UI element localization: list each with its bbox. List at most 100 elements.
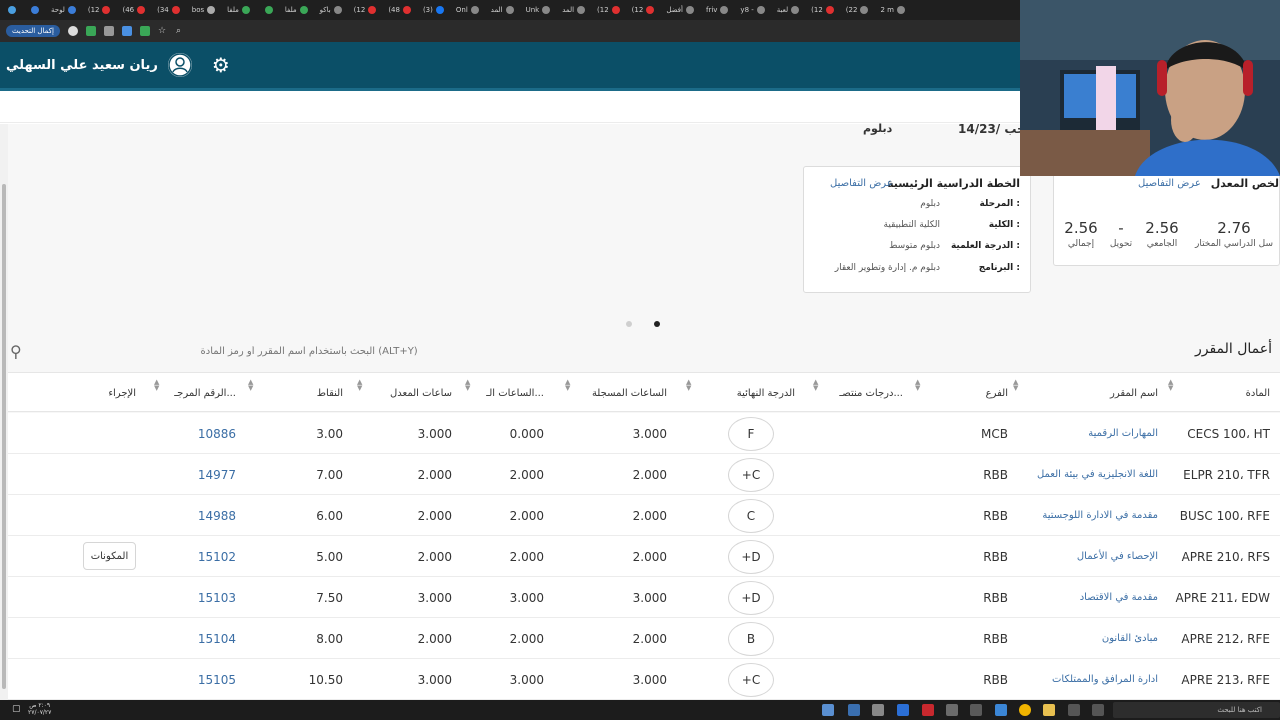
browser-tab[interactable]: المد	[486, 2, 519, 18]
browser-tab[interactable]: bos	[187, 2, 220, 18]
cell-ref[interactable]: 15104	[146, 618, 246, 659]
cell-ref[interactable]: 15105	[146, 659, 246, 700]
table-row[interactable]: ELPR 210، TFR اللغة الانجليزية في بيئة ال…	[8, 454, 1280, 495]
table-row[interactable]: APRE 212، RFE مبادئ القانون RBB B 2.000 2.000…	[8, 618, 1280, 659]
cell-name[interactable]: مقدمة في الادارة اللوجستية	[1018, 495, 1168, 536]
user-name[interactable]: ريان سعيد علي السهلي	[6, 58, 158, 73]
browser-tab[interactable]: (12	[592, 2, 625, 18]
browser-tab[interactable]: باكو	[315, 2, 347, 18]
cell-ref[interactable]: 14988	[146, 495, 246, 536]
browser-tab[interactable]: (48	[383, 2, 416, 18]
cell-name[interactable]: الإحصاء في الأعمال	[1018, 536, 1168, 577]
refresh-icon[interactable]	[67, 26, 78, 36]
browser-tab[interactable]: (12	[627, 2, 660, 18]
browser-tab[interactable]: لعبة	[772, 2, 804, 18]
col-registered-hours[interactable]: الساعات المسجلة ▲ ▼	[554, 373, 691, 413]
browser-tab[interactable]: المد	[557, 2, 590, 18]
browser-tab[interactable]: (22	[841, 2, 874, 18]
sort-icon[interactable]: ▲ ▼	[1168, 379, 1173, 392]
sort-icon[interactable]: ▲ ▼	[686, 379, 691, 392]
browser-tab[interactable]	[0, 2, 21, 18]
cell-ref[interactable]: 15103	[146, 577, 246, 618]
cell-name[interactable]: ادارة المرافق والممتلكات	[1018, 659, 1168, 700]
browser-tab[interactable]: ملفا	[280, 2, 313, 18]
extension-icon[interactable]	[139, 26, 150, 36]
browser-tab[interactable]: (3)	[418, 2, 449, 18]
settings-icon[interactable]	[872, 704, 884, 716]
browser-tab[interactable]: 2 m	[875, 2, 910, 18]
col-name[interactable]: اسم المقرر ▲ ▼	[1018, 373, 1173, 413]
col-action[interactable]: الإجراء ▲ ▼	[8, 373, 159, 413]
table-row[interactable]: APRE 213، RFE ادارة المرافق والممتلكات RBB…	[8, 659, 1280, 700]
browser-tab[interactable]	[23, 2, 44, 18]
carousel-dot[interactable]	[626, 321, 632, 327]
sort-icon[interactable]: ▲ ▼	[915, 379, 920, 392]
taskbar-app-icon[interactable]	[946, 704, 958, 716]
extension-icon[interactable]	[103, 26, 114, 36]
update-button[interactable]: إكمال التحديث	[6, 25, 60, 37]
browser-tab[interactable]: (12	[806, 2, 839, 18]
taskbar-app-icon[interactable]	[1068, 704, 1080, 716]
cell-name[interactable]: اللغة الانجليزية في بيئة العمل	[1018, 454, 1168, 495]
cell-name[interactable]: مقدمة في الاقتصاد	[1018, 577, 1168, 618]
cell-ref[interactable]: 14977	[146, 454, 246, 495]
sort-icon[interactable]: ▲ ▼	[1013, 379, 1018, 392]
search-icon[interactable]: ⚲	[10, 342, 22, 361]
browser-tab[interactable]: (12	[83, 2, 116, 18]
search-input[interactable]	[27, 345, 418, 357]
extension-icon[interactable]	[85, 26, 96, 36]
browser-tab[interactable]: أفضل	[661, 2, 699, 18]
col-gpa-hours[interactable]: ساعات المعدل ▲ ▼	[353, 373, 470, 413]
sort-icon[interactable]: ▲ ▼	[357, 379, 362, 392]
cell-ref[interactable]: 10886	[146, 413, 246, 454]
browser-tab[interactable]: Unk	[521, 2, 556, 18]
taskbar-search[interactable]: اكتب هنا للبحث	[1113, 702, 1280, 718]
taskbar-app-icon[interactable]	[822, 704, 834, 716]
file-explorer-icon[interactable]	[1043, 704, 1055, 716]
col-ref-number[interactable]: الرقم المرجـ... ▲ ▼	[146, 373, 253, 413]
extension-icon[interactable]	[121, 26, 132, 36]
notification-icon[interactable]: ▢	[12, 704, 24, 716]
taskbar-app-icon[interactable]	[995, 704, 1007, 716]
user-avatar-icon[interactable]	[167, 53, 192, 77]
table-row[interactable]: BUSC 100، RFE مقدمة في الادارة اللوجستية R…	[8, 495, 1280, 536]
chrome-icon[interactable]	[1019, 704, 1031, 716]
taskbar-app-icon[interactable]	[922, 704, 934, 716]
sort-icon[interactable]: ▲ ▼	[813, 379, 818, 392]
table-row[interactable]: APRE 211، EDW مقدمة في الاقتصاد RBB +D 3.000…	[8, 577, 1280, 618]
col-points[interactable]: النقاط ▲ ▼	[246, 373, 363, 413]
gear-icon[interactable]: ⚙	[212, 55, 230, 75]
carousel-dot-active[interactable]	[654, 321, 660, 327]
browser-tab[interactable]: y8 -	[735, 2, 769, 18]
cell-ref[interactable]: 15102	[146, 536, 246, 577]
col-earned-hours[interactable]: الساعات الـ... ▲ ▼	[462, 373, 570, 413]
browser-tab[interactable]	[257, 2, 278, 18]
gpa-details-link[interactable]: عرض التفاصيل	[1138, 178, 1201, 189]
browser-tab[interactable]: (12	[349, 2, 382, 18]
browser-tab[interactable]: ملفا	[222, 2, 255, 18]
sort-icon[interactable]: ▲ ▼	[248, 379, 253, 392]
col-mid-grades[interactable]: درجات منتصـ... ▲ ▼	[805, 373, 920, 413]
browser-tab[interactable]: (34	[152, 2, 185, 18]
search-icon[interactable]: ⌕	[176, 26, 186, 36]
browser-tab[interactable]: لوحة	[46, 2, 81, 18]
taskbar-clock[interactable]: ٢:٠٩ ص ٢٧/٠٧/٢٧	[28, 702, 51, 716]
taskbar-app-icon[interactable]	[848, 704, 860, 716]
components-button[interactable]: المكونات	[83, 542, 136, 570]
browser-tab[interactable]: Onl	[451, 2, 484, 18]
browser-tab[interactable]: friv	[701, 2, 733, 18]
col-final-grade[interactable]: الدرجة النهائية ▲ ▼	[677, 373, 819, 413]
star-icon[interactable]: ☆	[158, 26, 168, 36]
plan-details-link[interactable]: عرض التفاصيل	[830, 178, 893, 189]
vertical-scrollbar[interactable]	[0, 124, 8, 700]
sort-icon[interactable]: ▲ ▼	[565, 379, 570, 392]
taskbar-app-icon[interactable]	[1092, 704, 1104, 716]
sort-icon[interactable]: ▲ ▼	[154, 379, 159, 392]
cell-name[interactable]: مبادئ القانون	[1018, 618, 1168, 659]
table-row[interactable]: CECS 100، HT المهارات الرقمية MCB F 3.000 0.0…	[8, 413, 1280, 454]
col-branch[interactable]: الفرع ▲ ▼	[913, 373, 1019, 413]
sort-icon[interactable]: ▲ ▼	[465, 379, 470, 392]
taskbar-app-icon[interactable]	[897, 704, 909, 716]
cell-name[interactable]: المهارات الرقمية	[1018, 413, 1168, 454]
browser-tab[interactable]: (46	[117, 2, 150, 18]
